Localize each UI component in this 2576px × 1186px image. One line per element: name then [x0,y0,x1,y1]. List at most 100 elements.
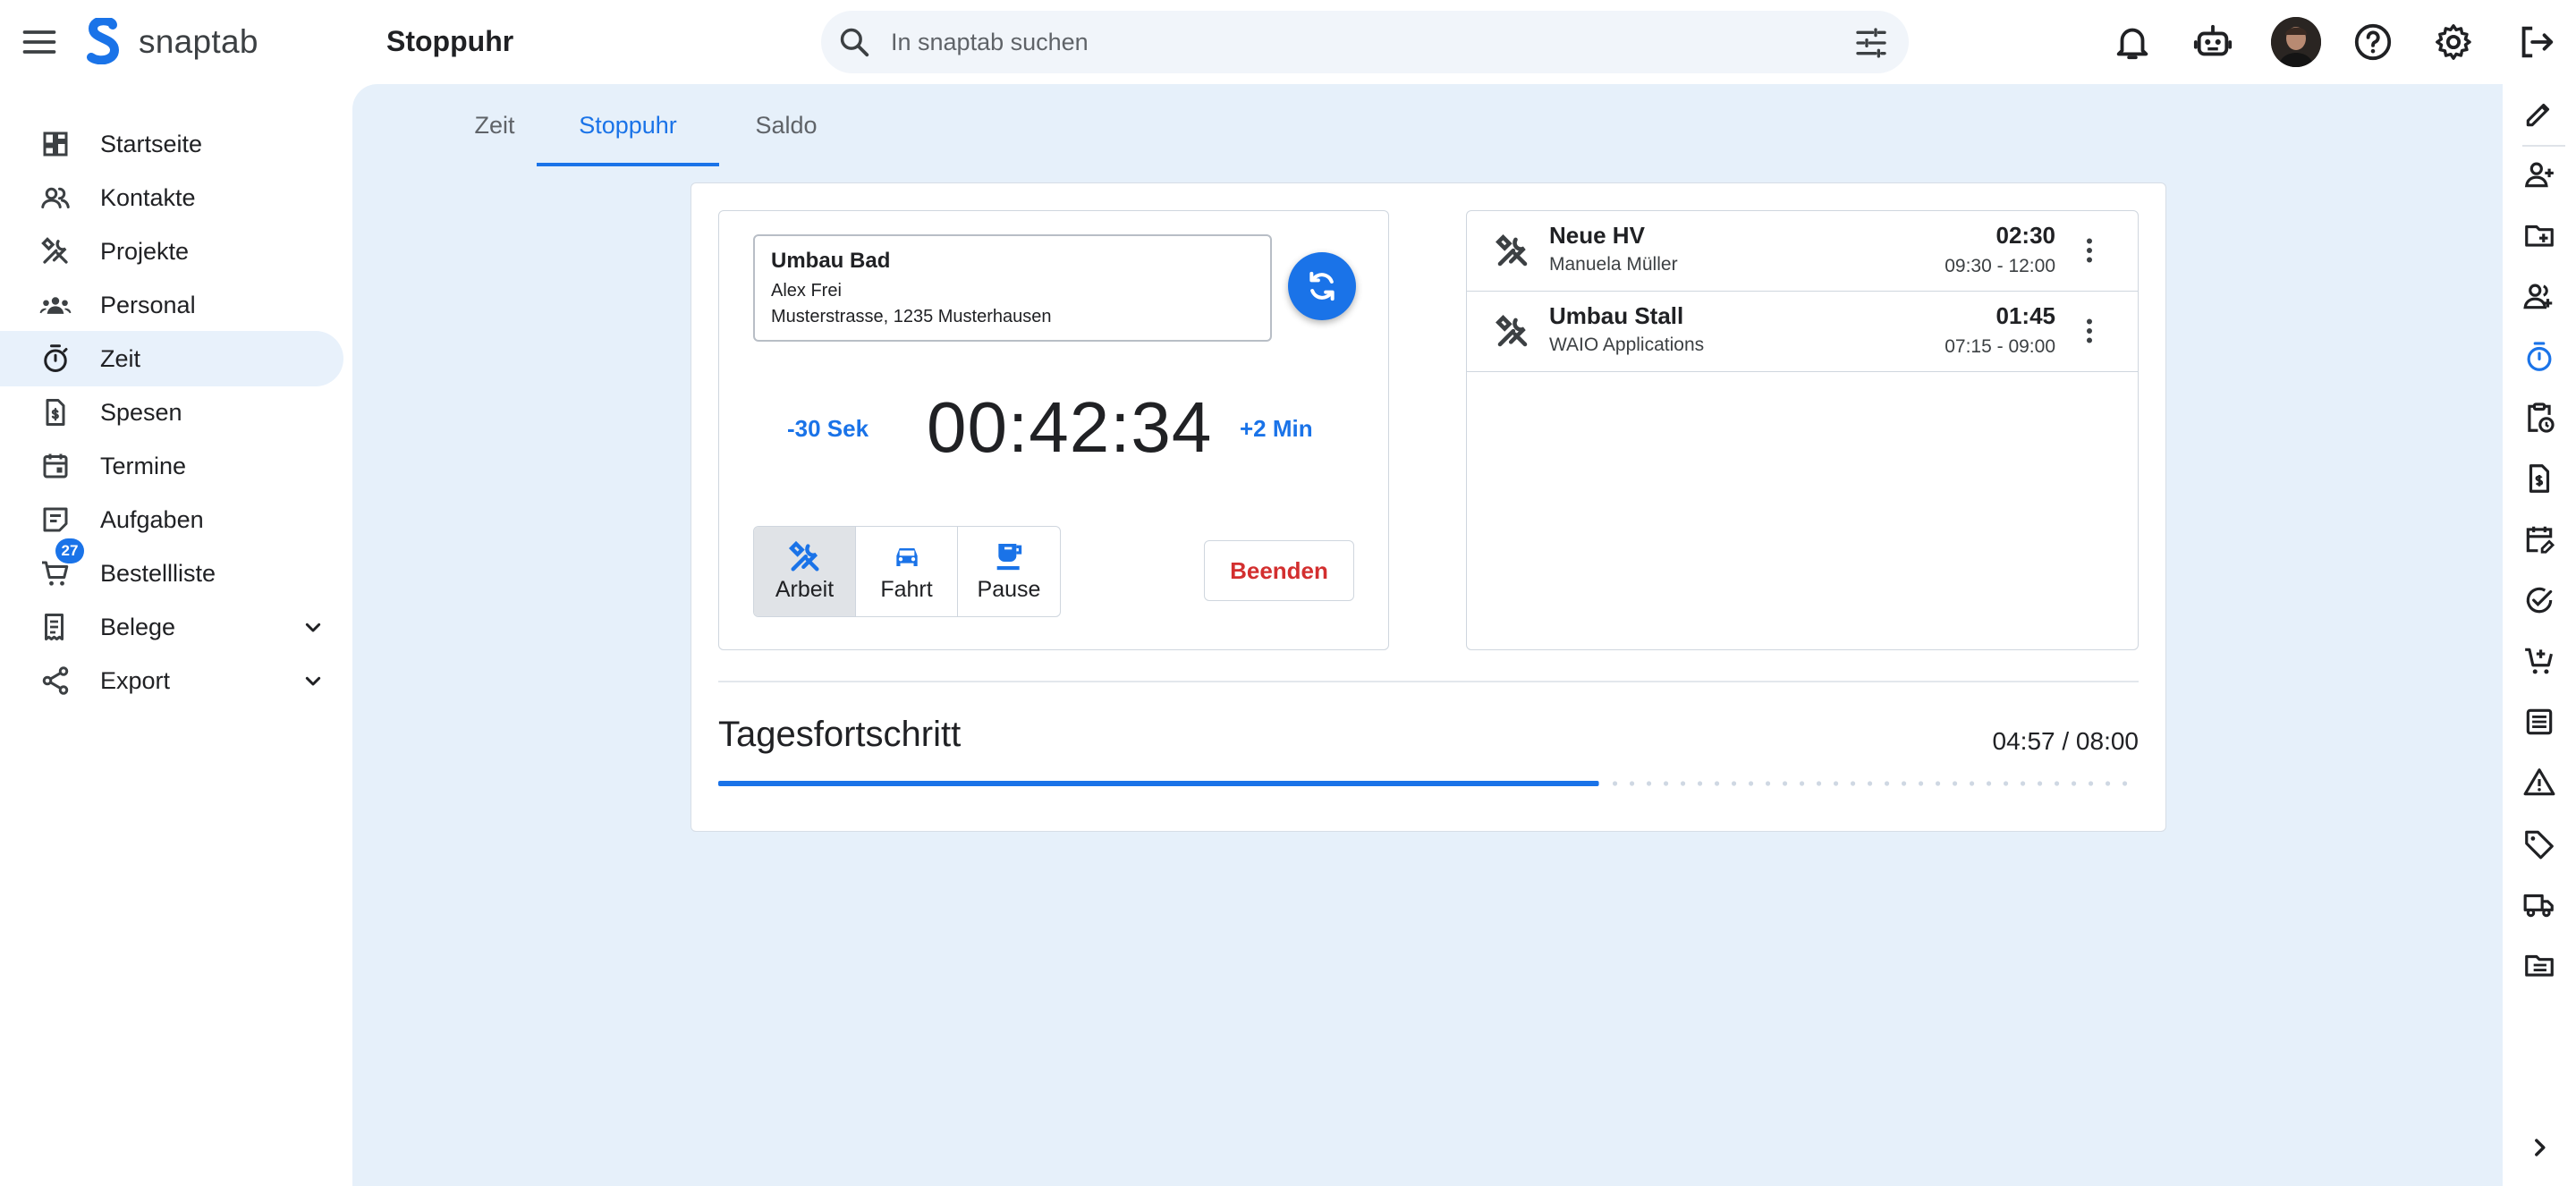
switch-project-button[interactable] [1288,252,1356,320]
list-item[interactable]: Neue HV Manuela Müller 02:30 09:30 - 12:… [1467,211,2138,292]
folder-list-icon[interactable] [2522,948,2556,982]
receipt-dollar-icon [46,399,65,426]
add-contact-icon[interactable] [2522,157,2556,191]
cart-count-badge: 27 [55,538,84,563]
progress-remaining-dot [1799,781,1805,786]
progress-remaining-dot [1901,781,1907,786]
chevron-down-icon[interactable] [299,666,327,695]
receipt-dollar-icon[interactable] [2522,462,2556,496]
end-button[interactable]: Beenden [1204,540,1354,601]
settings-icon[interactable] [2433,21,2474,63]
help-icon[interactable] [2352,21,2394,63]
tools-icon [41,237,68,264]
mode-fahrt-button[interactable]: Fahrt [856,527,958,616]
task-check-icon[interactable] [2522,583,2556,617]
truck-icon[interactable] [2522,887,2556,921]
sidebar-item-export[interactable]: Export [0,653,343,708]
progress-remaining-dot [1952,781,1958,786]
tasks-icon [43,507,68,532]
progress-remaining-dot [1986,781,1992,786]
new-folder-icon[interactable] [2522,218,2556,252]
search-input[interactable] [891,23,1750,61]
project-selector[interactable]: Umbau Bad Alex Frei Musterstrasse, 1235 … [753,234,1272,342]
entry-title: Umbau Stall [1549,302,1684,329]
add-person-icon[interactable] [2522,279,2556,313]
robot-icon[interactable] [2192,21,2233,63]
project-contact: Alex Frei [771,281,842,301]
sidebar-item-label: Personal [100,291,196,318]
progress-remaining-dot [1714,781,1720,786]
chevron-down-icon[interactable] [299,613,327,641]
sidebar-item-personal[interactable]: Personal [0,277,343,333]
project-address: Musterstrasse, 1235 Musterhausen [771,307,1052,326]
progress-remaining-dot [1918,781,1924,786]
progress-remaining-dot [1867,781,1873,786]
tag-icon[interactable] [2522,826,2556,860]
receipt-icon [45,614,64,640]
timer-icon [44,344,68,372]
progress-remaining-dot [1612,781,1618,786]
logout-icon[interactable] [2515,21,2556,63]
progress-remaining-dot [1765,781,1771,786]
contacts-icon [41,187,70,208]
more-vert-icon[interactable] [2073,234,2106,267]
progress-remaining-dot [2105,781,2111,786]
timer-icon[interactable] [2522,340,2556,374]
stopwatch-panel: Umbau Bad Alex Frei Musterstrasse, 1235 … [718,210,1389,650]
filter-tune-icon[interactable] [1853,25,1889,61]
minus-30s-button[interactable]: -30 Sek [787,415,869,443]
mode-pause-button[interactable]: Pause [958,527,1060,616]
sidebar-item-label: Export [100,666,171,694]
avatar[interactable] [2271,17,2321,67]
sidebar-item-label: Termine [100,452,187,479]
progress-fill [718,781,1599,786]
add-cart-icon[interactable] [2522,644,2556,678]
entry-subtitle: Manuela Müller [1549,254,1678,275]
car-icon [896,548,918,566]
entry-duration: 01:45 [1996,302,2056,329]
brand-name[interactable]: snaptab [139,23,258,61]
dashboard-icon [43,131,68,157]
sidebar-item-belege[interactable]: Belege [0,599,343,655]
clipboard-clock-icon[interactable] [2522,401,2556,435]
menu-icon[interactable] [20,22,59,62]
tab-stoppuhr[interactable]: Stoppuhr [537,84,719,166]
search-icon[interactable] [837,25,871,59]
sidebar: Startseite Kontakte Projekte Personal Ze… [0,84,352,1186]
warning-icon[interactable] [2522,766,2556,800]
progress-title: Tagesfortschritt [718,715,962,754]
sidebar-item-label: Spesen [100,398,182,426]
edit-icon[interactable] [2522,97,2556,131]
tab-saldo[interactable]: Saldo [719,84,853,166]
search-bar[interactable] [821,11,1909,73]
calendar-edit-icon[interactable] [2522,522,2556,556]
more-vert-icon[interactable] [2073,315,2106,347]
sidebar-item-startseite[interactable]: Startseite [0,116,343,172]
sidebar-item-kontakte[interactable]: Kontakte [0,170,343,225]
sidebar-item-projekte[interactable]: Projekte [0,224,343,279]
mode-arbeit-button[interactable]: Arbeit [754,527,856,616]
plus-2min-button[interactable]: +2 Min [1240,415,1313,443]
list-icon[interactable] [2522,705,2556,739]
day-progress-bar [718,781,2128,786]
snaptab-logo-icon[interactable] [86,18,122,64]
sidebar-item-label: Belege [100,613,176,640]
progress-value: 04:57 / 08:00 [1992,727,2139,755]
progress-remaining-dot [1748,781,1754,786]
rail-divider [2522,145,2565,147]
chevron-right-icon[interactable] [2522,1131,2556,1165]
progress-remaining-dot [2003,781,2009,786]
sidebar-item-bestellliste[interactable]: 27 Bestellliste [0,538,343,601]
coffee-icon [996,544,1022,571]
progress-remaining-dot [1697,781,1703,786]
sidebar-item-zeit[interactable]: Zeit [0,331,343,386]
progress-remaining-dot [1884,781,1890,786]
sidebar-item-aufgaben[interactable]: Aufgaben [0,492,343,547]
list-item[interactable]: Umbau Stall WAIO Applications 01:45 07:1… [1467,292,2138,372]
sidebar-item-label: Startseite [100,130,203,157]
top-bar: snaptab Stoppuhr [0,0,2576,84]
sidebar-item-termine[interactable]: Termine [0,438,343,494]
timer-display: 00:42:34 [927,387,1213,467]
sidebar-item-spesen[interactable]: Spesen [0,385,343,440]
bell-icon[interactable] [2112,21,2153,63]
